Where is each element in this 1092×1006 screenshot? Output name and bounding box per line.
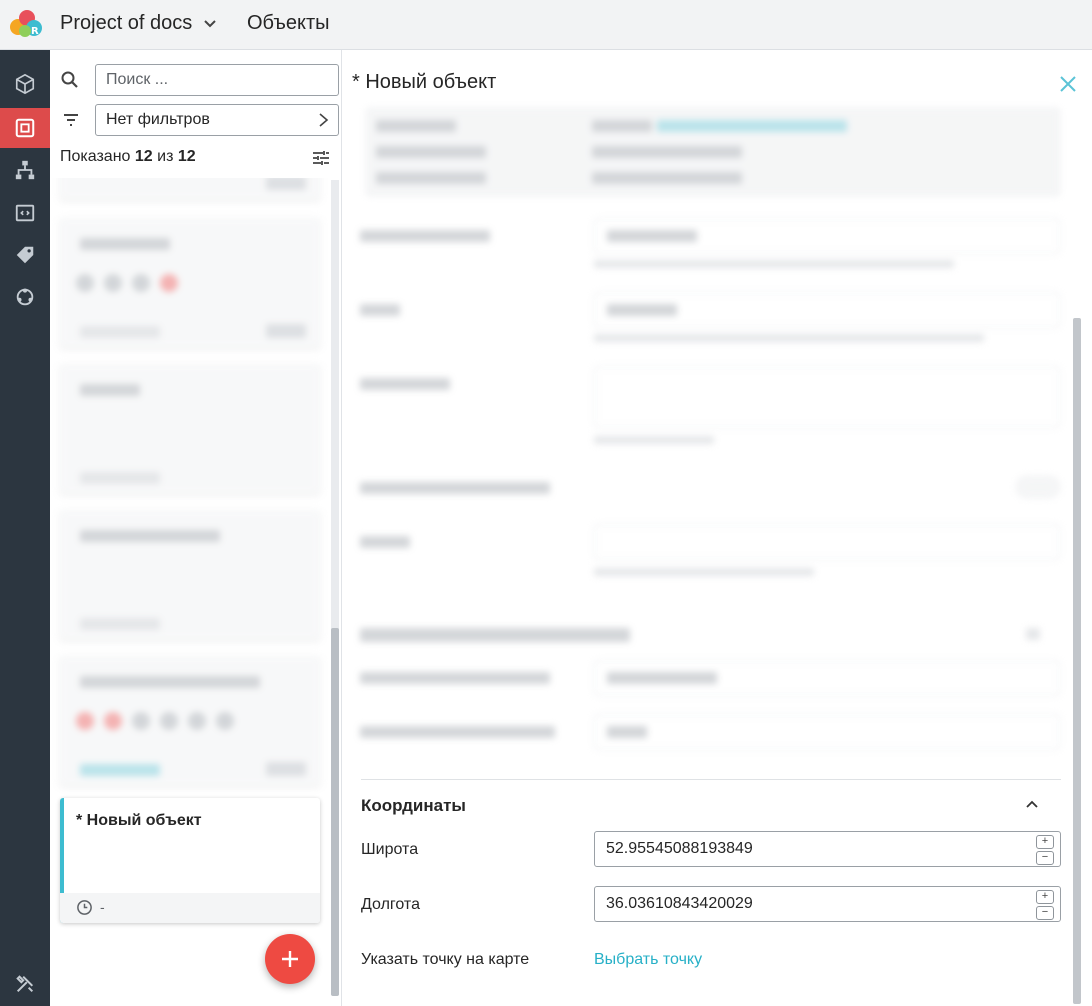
objects-list[interactable]: * Новый объект - xyxy=(50,178,342,1006)
project-name: Project of docs xyxy=(60,12,193,34)
hierarchy-icon xyxy=(15,160,35,180)
new-object-card[interactable]: * Новый объект - xyxy=(60,798,320,923)
list-item[interactable] xyxy=(60,510,320,640)
filter-icon xyxy=(64,114,78,126)
chevron-up-icon[interactable] xyxy=(1024,796,1040,812)
chevron-right-icon xyxy=(319,113,329,127)
chevron-down-icon xyxy=(204,19,217,27)
latitude-label: Широта xyxy=(361,841,419,858)
latitude-input[interactable]: 52.95545088193849 + − xyxy=(594,831,1061,867)
project-selector[interactable]: Project of docs xyxy=(60,12,218,35)
network-globe-icon xyxy=(16,288,34,306)
cube-icon xyxy=(15,73,35,95)
choose-point-link[interactable]: Выбрать точку xyxy=(594,951,702,969)
shown-count: 12 xyxy=(134,148,153,165)
shown-mid: из xyxy=(157,148,174,165)
filter-select[interactable]: Нет фильтров xyxy=(95,104,339,136)
card-time: - xyxy=(100,899,105,915)
longitude-label: Долгота xyxy=(361,896,420,913)
shown-prefix: Показано xyxy=(60,148,131,165)
latitude-increment-button[interactable]: + xyxy=(1036,835,1054,849)
filter-row: Нет фильтров xyxy=(60,104,339,136)
nav-devices[interactable] xyxy=(0,108,50,148)
list-item[interactable] xyxy=(60,218,320,348)
top-bar: R Project of docs Объекты xyxy=(0,0,1092,50)
close-icon[interactable] xyxy=(1059,75,1077,93)
nav-integrations[interactable] xyxy=(0,277,50,317)
list-scrollbar-thumb[interactable] xyxy=(331,628,339,996)
app-logo-icon[interactable]: R xyxy=(6,7,46,43)
latitude-value: 52.95545088193849 xyxy=(606,840,753,857)
left-nav-rail xyxy=(0,50,50,1006)
filter-label: Нет фильтров xyxy=(106,111,210,128)
longitude-increment-button[interactable]: + xyxy=(1036,890,1054,904)
clock-icon xyxy=(77,900,92,915)
card-footer: - xyxy=(60,893,320,923)
latitude-decrement-button[interactable]: − xyxy=(1036,851,1054,865)
objects-list-panel: Поиск ... Нет фильтров Показано 12 из 12 xyxy=(50,50,342,1006)
nav-tools[interactable] xyxy=(0,964,50,1004)
longitude-value: 36.03610843420029 xyxy=(606,895,753,912)
tune-settings-icon[interactable] xyxy=(312,149,330,167)
tools-icon xyxy=(16,975,34,993)
nav-code[interactable] xyxy=(0,193,50,233)
device-frame-icon xyxy=(15,118,35,138)
search-row: Поиск ... xyxy=(60,64,339,96)
results-count: Показано 12 из 12 xyxy=(60,148,330,170)
plus-icon xyxy=(282,951,298,967)
section-divider xyxy=(361,779,1061,780)
nav-tags[interactable] xyxy=(0,235,50,275)
object-detail-panel: * Новый объект Координаты Широта 52.9554… xyxy=(342,50,1092,1006)
detail-title: * Новый объект xyxy=(352,71,497,93)
coordinates-section-title: Координаты xyxy=(361,796,466,815)
blurred-form-area xyxy=(352,108,1072,768)
code-window-icon xyxy=(15,204,35,222)
svg-text:R: R xyxy=(31,26,39,37)
new-object-card-title: * Новый объект xyxy=(76,812,202,829)
detail-scrollbar-thumb[interactable] xyxy=(1073,318,1081,1004)
map-point-label: Указать точку на карте xyxy=(361,951,530,968)
add-object-button[interactable] xyxy=(265,934,315,984)
longitude-decrement-button[interactable]: − xyxy=(1036,906,1054,920)
list-item[interactable] xyxy=(60,656,320,786)
tag-icon xyxy=(16,246,34,264)
search-input[interactable]: Поиск ... xyxy=(95,64,339,96)
shown-total: 12 xyxy=(177,148,196,165)
nav-objects[interactable] xyxy=(0,64,50,104)
nav-hierarchy[interactable] xyxy=(0,150,50,190)
longitude-input[interactable]: 36.03610843420029 + − xyxy=(594,886,1061,922)
search-icon xyxy=(61,71,78,88)
list-item[interactable] xyxy=(60,364,320,494)
list-item[interactable] xyxy=(60,178,320,200)
section-title: Объекты xyxy=(247,12,330,34)
